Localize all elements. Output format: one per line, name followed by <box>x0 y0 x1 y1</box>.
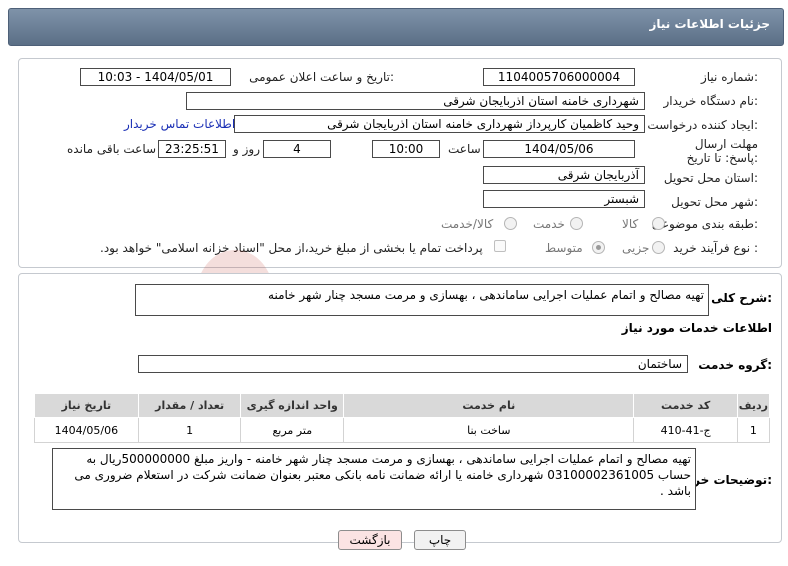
cell-row: 1 <box>736 417 771 443</box>
process-label: نوع فرآیند خرید : <box>673 241 758 255</box>
col-code: کد خدمت <box>633 393 738 418</box>
col-qty: تعداد / مقدار <box>137 393 242 418</box>
service-group-label: گروه خدمت: <box>698 358 772 372</box>
category-label: طبقه بندی موضوعی: <box>651 217 758 231</box>
cell-unit: متر مربع <box>240 417 345 443</box>
treasury-checkbox[interactable] <box>494 240 506 252</box>
cell-code: ج-41-410 <box>633 417 738 443</box>
cell-date: 1404/05/06 <box>34 417 139 443</box>
col-row: ردیف <box>736 393 771 418</box>
category-option-goods: کالا <box>622 217 639 231</box>
remaining-time-field[interactable]: 23:25:51 <box>158 140 226 158</box>
buyer-org-label: نام دستگاه خریدار: <box>663 94 759 108</box>
col-name: نام خدمت <box>343 393 635 418</box>
services-table-header: ردیف کد خدمت نام خدمت واحد اندازه گیری ت… <box>34 393 771 418</box>
category-option-service: خدمت <box>533 217 565 231</box>
deadline-date-field[interactable]: 1404/05/06 <box>483 140 635 158</box>
services-table: ردیف کد خدمت نام خدمت واحد اندازه گیری ت… <box>34 393 771 443</box>
deadline-time-field[interactable]: 10:00 <box>372 140 440 158</box>
days-field[interactable]: 4 <box>263 140 331 158</box>
deadline-label: مهلت ارسال پاسخ: تا تاریخ: <box>686 137 758 165</box>
col-date: تاریخ نیاز <box>34 393 139 418</box>
buyer-org-field[interactable]: شهرداری خامنه استان اذربایجان شرقی <box>186 92 645 110</box>
need-number-field[interactable]: 1104005706000004 <box>483 68 635 86</box>
city-field[interactable]: شبستر <box>483 190 645 208</box>
city-label: شهر محل تحویل: <box>671 195 758 209</box>
table-row: 1 ج-41-410 ساخت بنا متر مربع 1 1404/05/0… <box>34 417 771 443</box>
province-label: استان محل تحویل: <box>663 171 758 185</box>
remaining-label: ساعت باقی مانده <box>67 142 157 156</box>
cell-qty: 1 <box>137 417 242 443</box>
process-radio-medium[interactable] <box>592 241 605 254</box>
info-panel <box>18 58 782 268</box>
process-option-medium: متوسط <box>545 241 583 255</box>
category-radio-goods-service[interactable] <box>504 217 517 230</box>
treasury-payment-note: پرداخت تمام یا بخشی از مبلغ خرید،از محل … <box>100 241 483 255</box>
requester-label: ایجاد کننده درخواست: <box>647 118 758 132</box>
back-button[interactable]: بازگشت <box>338 530 402 550</box>
days-label: روز و <box>233 142 260 156</box>
category-radio-goods[interactable] <box>652 217 665 230</box>
process-radio-minor[interactable] <box>652 241 665 254</box>
need-number-label: شماره نیاز: <box>700 70 758 84</box>
page-title: جزئیات اطلاعات نیاز <box>649 17 770 31</box>
announce-field[interactable]: 1404/05/01 - 10:03 <box>80 68 231 86</box>
requester-field[interactable]: وحید کاظمیان کارپرداز شهرداری خامنه استا… <box>234 115 645 133</box>
buyer-notes-textarea[interactable]: تهیه مصالح و اتمام عملیات اجرایی سامانده… <box>52 448 696 510</box>
cell-name: ساخت بنا <box>343 417 635 443</box>
service-group-field[interactable]: ساختمان <box>138 355 688 373</box>
category-option-goods-service: کالا/خدمت <box>441 217 494 231</box>
services-section-title: اطلاعات خدمات مورد نیاز <box>621 321 772 335</box>
summary-textarea[interactable]: تهیه مصالح و اتمام عملیات اجرایی سامانده… <box>135 284 709 316</box>
col-unit: واحد اندازه گیری <box>240 393 345 418</box>
province-field[interactable]: آذربایجان شرقی <box>483 166 645 184</box>
announce-label: تاریخ و ساعت اعلان عمومی: <box>249 70 394 84</box>
contact-info-link[interactable]: اطلاعات تماس خریدار <box>124 117 235 131</box>
process-option-minor: جزیی <box>622 241 650 255</box>
category-radio-service[interactable] <box>570 217 583 230</box>
print-button[interactable]: چاپ <box>414 530 466 550</box>
deadline-time-label: ساعت <box>448 142 481 156</box>
